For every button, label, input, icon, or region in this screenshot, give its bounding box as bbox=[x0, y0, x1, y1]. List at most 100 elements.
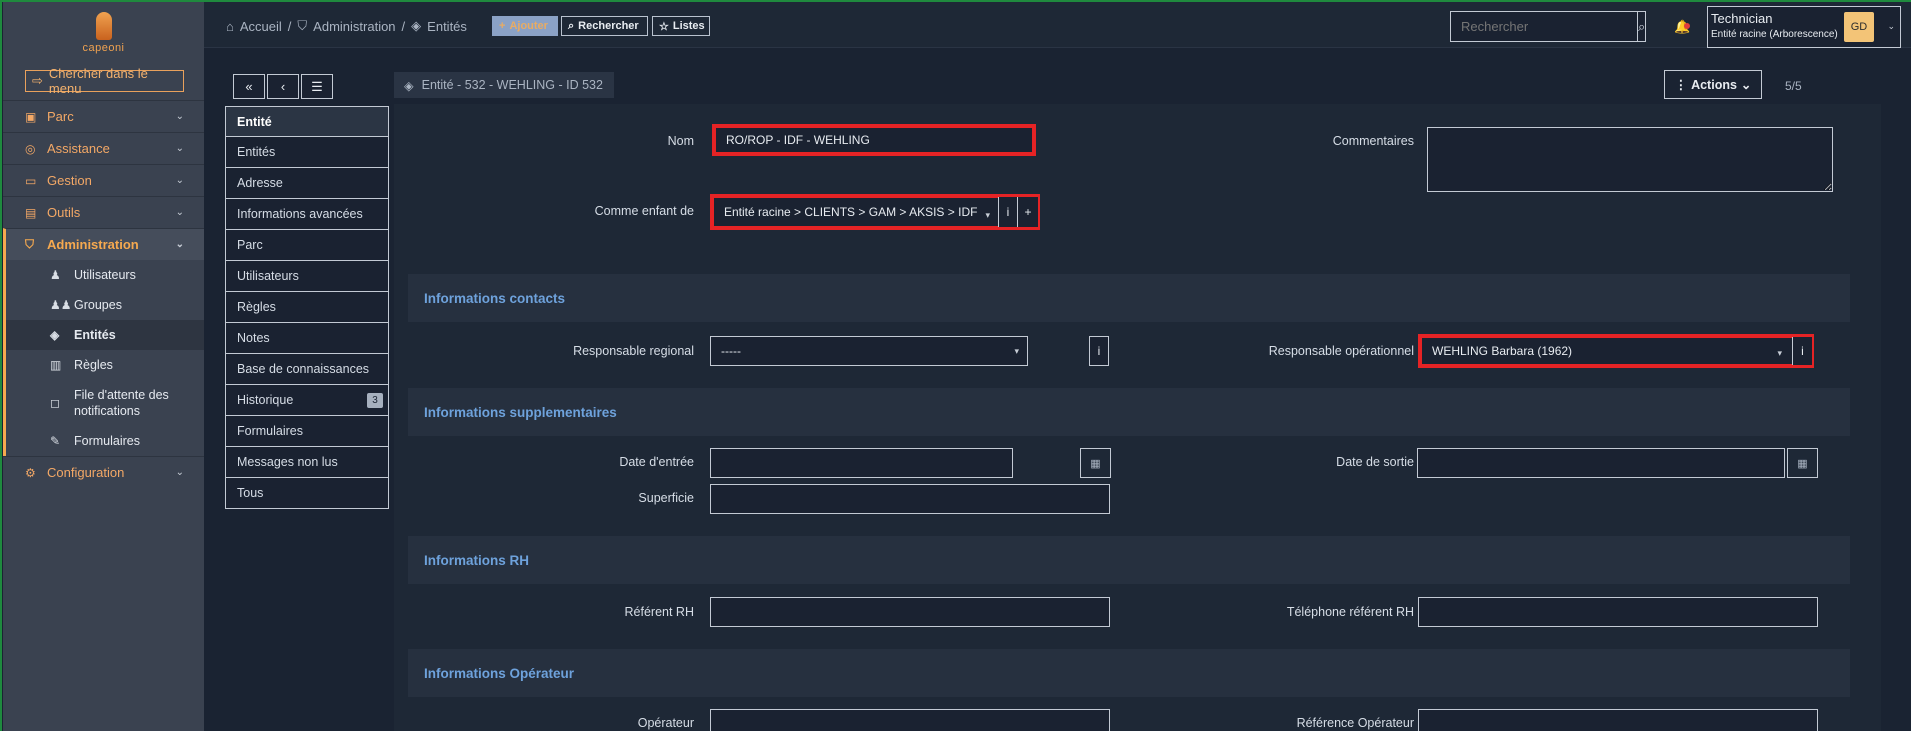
info-icon[interactable]: i bbox=[1089, 336, 1109, 366]
sidebar-item-gestion[interactable]: ▭ Gestion ⌄ bbox=[3, 164, 204, 196]
record-pager: 5/5 bbox=[1785, 79, 1802, 93]
notification-dot bbox=[1684, 23, 1690, 29]
tab-utilisateurs[interactable]: Utilisateurs bbox=[225, 261, 389, 292]
tab-historique-label: Historique bbox=[237, 393, 294, 407]
commentaires-field[interactable] bbox=[1427, 127, 1833, 192]
tab-formulaires[interactable]: Formulaires bbox=[225, 416, 389, 447]
tab-entite[interactable]: Entité bbox=[225, 106, 389, 137]
caret-down-icon: ▾ bbox=[1014, 346, 1019, 356]
lists-label: Listes bbox=[672, 20, 705, 32]
sidebar-subitem-entites[interactable]: ◈ Entités bbox=[6, 320, 204, 350]
layers-icon: ◈ bbox=[411, 18, 422, 33]
double-chevron-left-icon[interactable]: « bbox=[233, 74, 265, 99]
sidebar-item-configuration[interactable]: ⚙ Configuration ⌄ bbox=[3, 456, 204, 488]
operateur-field[interactable] bbox=[710, 709, 1110, 731]
bell-icon[interactable]: 🔔 bbox=[1674, 19, 1690, 35]
section-rh: Informations RH bbox=[408, 536, 1850, 584]
logo-mark bbox=[95, 12, 112, 40]
plus-icon[interactable]: + bbox=[1018, 197, 1038, 227]
section-title: Informations supplementaires bbox=[424, 405, 617, 420]
tab-parc[interactable]: Parc bbox=[225, 230, 389, 261]
sidebar-item-outils[interactable]: ▤ Outils ⌄ bbox=[3, 196, 204, 228]
chevron-down-icon: ⌄ bbox=[1740, 78, 1752, 92]
ref-oper-field[interactable] bbox=[1418, 709, 1818, 731]
chevron-down-icon: ⌄ bbox=[175, 207, 184, 218]
administration-submenu: ♟ Utilisateurs ♟♟ Groupes ◈ Entités ▥ Rè… bbox=[3, 260, 204, 456]
search-icon[interactable]: ⌕ bbox=[1637, 12, 1645, 41]
date-sortie-field[interactable] bbox=[1417, 448, 1785, 478]
sidebar-subitem-formulaires[interactable]: ✎ Formulaires bbox=[6, 426, 204, 456]
add-button[interactable]: + Ajouter bbox=[492, 16, 558, 36]
sidebar-subitem-regles[interactable]: ▥ Règles bbox=[6, 350, 204, 380]
tab-adresse[interactable]: Adresse bbox=[225, 168, 389, 199]
info-icon[interactable]: i bbox=[1792, 337, 1812, 365]
tab-tous[interactable]: Tous bbox=[225, 478, 389, 509]
section-title: Informations contacts bbox=[424, 291, 566, 306]
breadcrumb-administration[interactable]: Administration bbox=[313, 19, 395, 34]
parent-label: Comme enfant de bbox=[594, 204, 694, 218]
tel-rh-label: Téléphone référent RH bbox=[1286, 605, 1414, 619]
superficie-field[interactable] bbox=[710, 484, 1110, 514]
book-icon: ▥ bbox=[50, 358, 62, 372]
user-menu[interactable]: Technician Entité racine (Arborescence) … bbox=[1707, 6, 1901, 48]
tab-regles[interactable]: Règles bbox=[225, 292, 389, 323]
user-icon: ♟ bbox=[50, 268, 61, 282]
arrow-right-icon: ⇨ bbox=[32, 73, 43, 88]
briefcase-icon: ▤ bbox=[25, 205, 37, 220]
sidebar-subitem-utilisateurs[interactable]: ♟ Utilisateurs bbox=[6, 260, 204, 290]
sidebar-item-administration[interactable]: ⛉ Administration ⌄ bbox=[3, 228, 204, 260]
resp-oper-select[interactable]: WEHLING Barbara (1962) ▾ i bbox=[1418, 334, 1814, 368]
section-supplementaires: Informations supplementaires bbox=[408, 388, 1850, 436]
sidebar-subitem-groupes[interactable]: ♟♟ Groupes bbox=[6, 290, 204, 320]
layers-icon: ◈ bbox=[50, 328, 60, 342]
lists-button[interactable]: ☆ Listes bbox=[652, 16, 710, 36]
add-label: Ajouter bbox=[509, 20, 548, 32]
section-title: Informations Opérateur bbox=[424, 666, 575, 681]
sidebar-item-label: Outils bbox=[47, 205, 81, 220]
logo[interactable]: capeoni bbox=[3, 2, 204, 64]
resp-regional-label: Responsable regional bbox=[573, 344, 694, 358]
calendar-icon[interactable]: ▦ bbox=[1080, 448, 1111, 478]
sidebar-item-assistance[interactable]: ◎ Assistance ⌄ bbox=[3, 132, 204, 164]
global-search: ⌕ bbox=[1450, 11, 1646, 42]
sidebar-subitem-notifications[interactable]: ◻ File d'attente des notifications bbox=[6, 380, 204, 426]
sidebar-item-label: Parc bbox=[47, 109, 74, 124]
chevron-left-icon[interactable]: ‹ bbox=[267, 74, 299, 99]
plus-icon: + bbox=[499, 20, 506, 32]
sidebar-item-parc[interactable]: ▣ Parc ⌄ bbox=[3, 100, 204, 132]
box-icon: ▣ bbox=[25, 109, 37, 124]
tel-rh-field[interactable] bbox=[1418, 597, 1818, 627]
search-button[interactable]: ⌕ Rechercher bbox=[561, 16, 648, 36]
list-icon[interactable]: ☰ bbox=[301, 74, 333, 99]
section-operateur: Informations Opérateur bbox=[408, 649, 1850, 697]
info-icon[interactable]: i bbox=[998, 197, 1018, 227]
tab-messages-non-lus[interactable]: Messages non lus bbox=[225, 447, 389, 478]
shield-icon: ⛉ bbox=[25, 237, 35, 251]
chevron-down-icon: ⌄ bbox=[1887, 21, 1895, 31]
calendar-icon[interactable]: ▦ bbox=[1787, 448, 1818, 478]
breadcrumb-separator: / bbox=[401, 18, 406, 34]
breadcrumb: ⌂ Accueil / ⛉ Administration / ◈ Entités bbox=[226, 18, 467, 34]
menu-search-button[interactable]: ⇨ Chercher dans le menu bbox=[25, 66, 184, 96]
chevron-down-icon: ⌄ bbox=[175, 143, 184, 154]
resp-regional-select[interactable]: ----- ▾ bbox=[710, 336, 1028, 366]
breadcrumb-accueil[interactable]: Accueil bbox=[240, 19, 282, 34]
date-sortie-label: Date de sortie bbox=[1336, 455, 1414, 469]
actions-label: Actions bbox=[1691, 77, 1737, 92]
tab-notes[interactable]: Notes bbox=[225, 323, 389, 354]
breadcrumb-entites[interactable]: Entités bbox=[427, 19, 467, 34]
tab-historique[interactable]: Historique 3 bbox=[225, 385, 389, 416]
tab-entites[interactable]: Entités bbox=[225, 137, 389, 168]
sidebar-subitem-label: File d'attente des notifications bbox=[74, 388, 169, 418]
date-entree-label: Date d'entrée bbox=[619, 455, 694, 469]
date-entree-field[interactable] bbox=[710, 448, 1013, 478]
search-input[interactable] bbox=[1451, 12, 1637, 41]
menu-search-label: Chercher dans le menu bbox=[48, 66, 148, 96]
star-icon: ☆ bbox=[659, 20, 669, 33]
nom-field[interactable]: RO/ROP - IDF - WEHLING bbox=[712, 124, 1036, 156]
actions-button[interactable]: ⋮ Actions ⌄ bbox=[1664, 70, 1762, 99]
parent-select[interactable]: Entité racine > CLIENTS > GAM > AKSIS > … bbox=[710, 194, 1040, 230]
referent-rh-field[interactable] bbox=[710, 597, 1110, 627]
tab-informations-avancees[interactable]: Informations avancées bbox=[225, 199, 389, 230]
tab-base-connaissances[interactable]: Base de connaissances bbox=[225, 354, 389, 385]
